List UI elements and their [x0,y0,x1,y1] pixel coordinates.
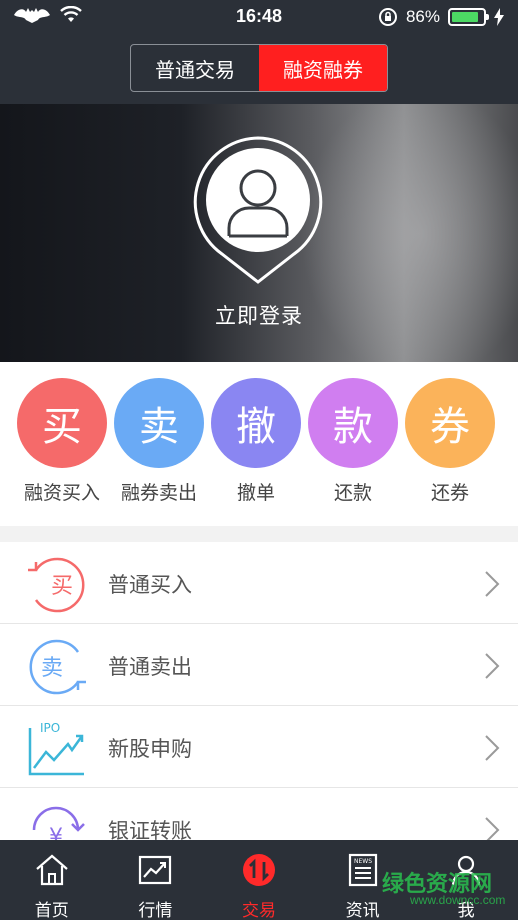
battery-icon [448,8,489,26]
action-short-sell[interactable]: 卖 融券卖出 [111,378,207,505]
return-stock-glyph-icon: 券 [405,378,495,468]
tab-label: 首页 [34,901,69,920]
avatar-pin-icon[interactable] [191,136,325,286]
tab-normal-trade[interactable]: 普通交易 [131,45,259,91]
list-item-normal-sell[interactable]: 卖 普通卖出 [0,624,518,706]
tab-label: 行情 [138,901,173,920]
action-label: 还款 [333,483,372,504]
trade-icon [242,854,275,886]
login-banner: 立即登录 [0,104,518,362]
rotation-lock-icon [378,8,397,26]
list-item-normal-buy[interactable]: 买 普通买入 [0,542,518,624]
home-icon [36,854,68,886]
section-divider [0,526,518,542]
list-item-label: 新股申购 [108,738,192,761]
quick-actions: 买 融资买入 卖 融券卖出 撤 撤单 款 还款 券 还券 [0,362,518,526]
ipo-chart-icon: IPO [28,721,84,776]
action-repay-cash[interactable]: 款 还款 [305,378,401,505]
chart-icon [139,855,172,885]
chevron-right-icon [485,571,500,597]
repay-glyph-icon: 款 [308,378,398,468]
list-item-bank-transfer[interactable]: ¥ 银证转账 [0,788,518,840]
chevron-right-icon [485,735,500,761]
login-link[interactable]: 立即登录 [0,300,518,330]
action-margin-buy[interactable]: 买 融资买入 [14,378,110,505]
tab-label: 交易 [241,901,276,920]
list-item-label: 银证转账 [108,820,192,840]
battery-fill [452,12,478,22]
svg-text:IPO: IPO [40,721,60,735]
tab-trade[interactable]: 交易 [207,840,311,920]
action-return-stock[interactable]: 券 还券 [402,378,498,505]
tab-margin-trade[interactable]: 融资融券 [259,45,387,91]
action-label: 融资买入 [23,483,100,504]
action-label: 撤单 [236,483,275,504]
svg-text:¥: ¥ [49,825,63,840]
list-item-ipo[interactable]: IPO 新股申购 [0,706,518,788]
action-label: 还券 [430,483,469,504]
battery-percent: 86% [405,7,440,26]
tab-market[interactable]: 行情 [104,840,208,920]
watermark-url: www.downcc.com [410,893,506,907]
action-label: 融券卖出 [120,483,197,504]
cancel-glyph-icon: 撤 [211,378,301,468]
sell-cycle-icon: 卖 [29,639,86,695]
list-item-label: 普通卖出 [108,656,192,679]
charging-bolt-icon [494,8,504,26]
buy-cycle-icon: 买 [28,557,85,613]
list-item-label: 普通买入 [108,574,192,597]
chevron-right-icon [485,653,500,679]
svg-text:买: 买 [51,574,73,599]
action-cancel-order[interactable]: 撤 撤单 [208,378,304,505]
trade-menu-list: 买 普通买入 卖 普通卖出 IPO 新股申购 ¥ 银证转账 [0,542,518,840]
chevron-right-icon [485,817,500,840]
buy-glyph-icon: 买 [17,378,107,468]
transfer-yen-icon: ¥ [32,806,85,840]
svg-text:NEWS: NEWS [354,858,372,865]
status-right: 86% [378,7,504,27]
trade-mode-switch: 普通交易 融资融券 [130,44,388,92]
news-icon: NEWS [348,853,377,887]
top-bar: 16:48 86% 普通交易 融资融券 [0,0,518,104]
status-bar: 16:48 86% [0,0,518,34]
tab-label: 资讯 [345,901,380,920]
svg-text:卖: 卖 [41,656,63,681]
tab-home[interactable]: 首页 [0,840,104,920]
sell-glyph-icon: 卖 [114,378,204,468]
